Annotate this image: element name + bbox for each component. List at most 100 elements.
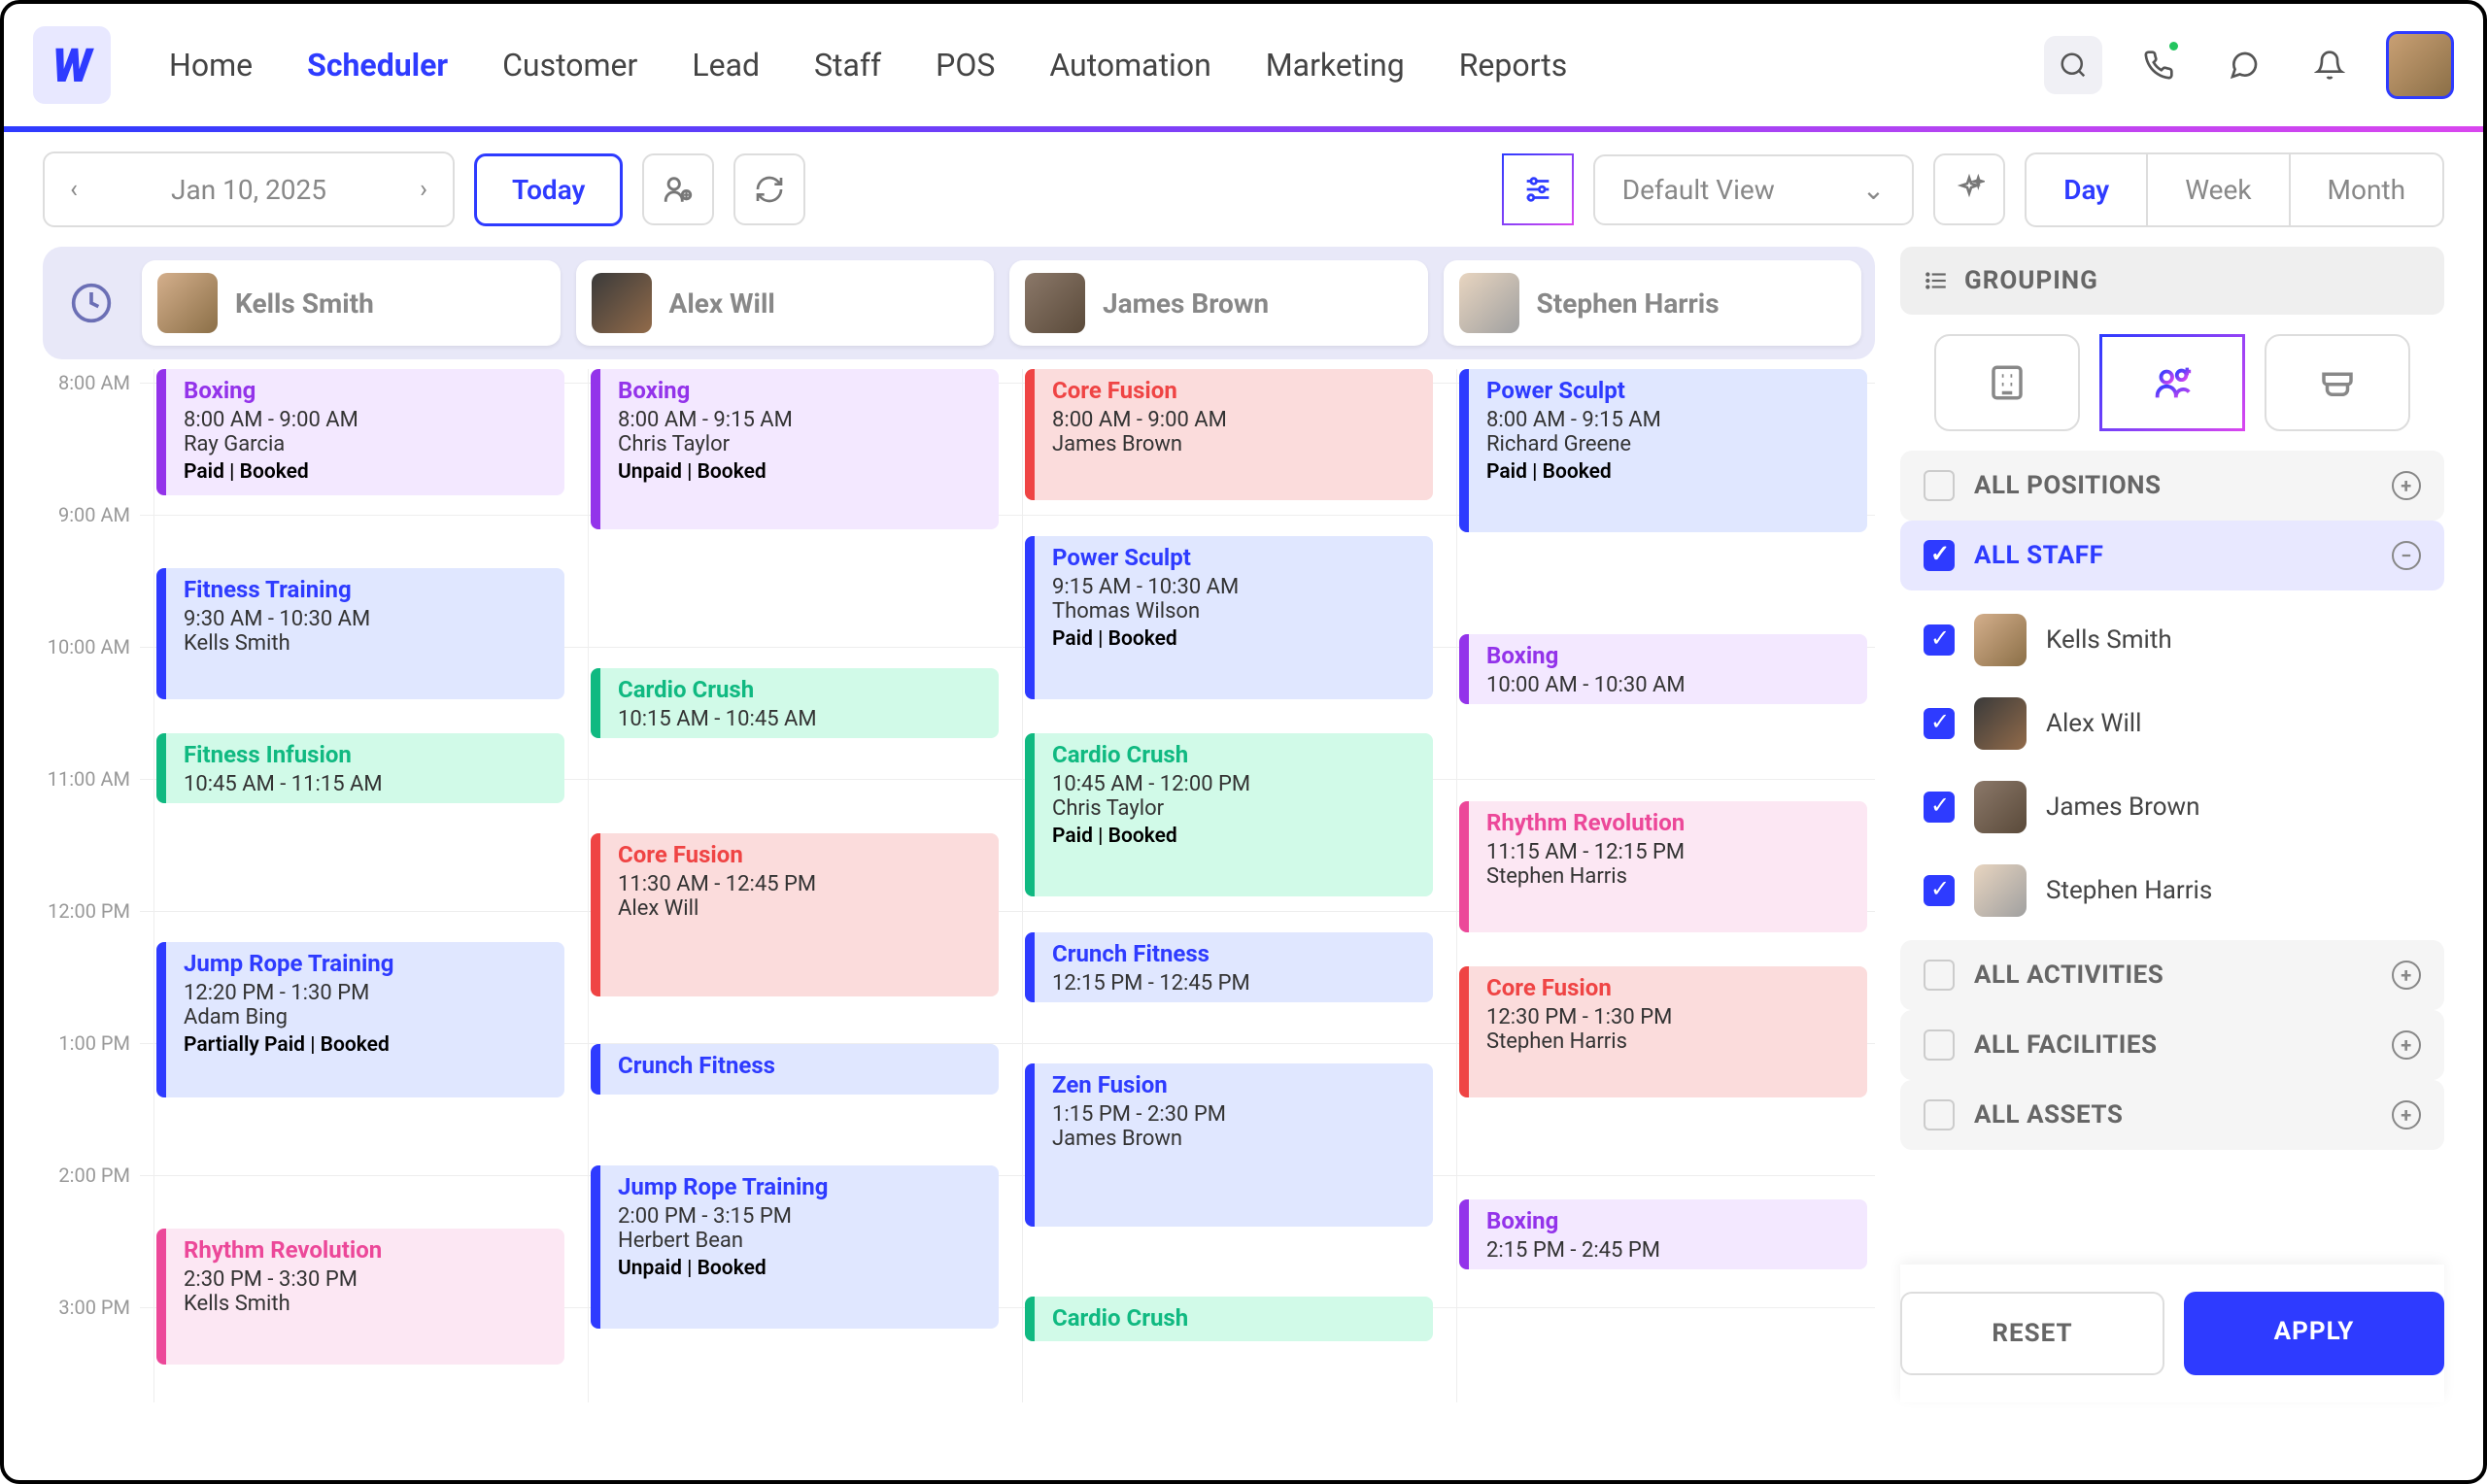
apply-button[interactable]: APPLY — [2184, 1292, 2444, 1375]
phone-icon[interactable] — [2129, 36, 2188, 94]
today-button[interactable]: Today — [474, 153, 623, 226]
staff-filter-name: Alex Will — [2046, 709, 2141, 738]
expand-icon[interactable]: + — [2392, 1100, 2421, 1130]
staff-header[interactable]: Kells Smith — [142, 260, 561, 346]
staff-avatar-small — [1974, 697, 2027, 750]
staff-header[interactable]: Alex Will — [576, 260, 995, 346]
day-column[interactable]: Boxing8:00 AM - 9:15 AMChris TaylorUnpai… — [588, 369, 1006, 1402]
current-date[interactable]: Jan 10, 2025 — [103, 174, 394, 206]
group-by-asset-icon[interactable] — [2265, 334, 2410, 431]
calendar-event[interactable]: Fitness Training9:30 AM - 10:30 AMKells … — [156, 568, 564, 699]
calendar-event[interactable]: Boxing2:15 PM - 2:45 PM — [1459, 1199, 1867, 1269]
group-by-staff-icon[interactable] — [2099, 334, 2245, 431]
event-title: Core Fusion — [1052, 377, 1421, 404]
calendar-event[interactable]: Power Sculpt9:15 AM - 10:30 AMThomas Wil… — [1025, 536, 1433, 699]
filter-row[interactable]: ALL POSITIONS + — [1900, 451, 2444, 521]
staff-filter-row[interactable]: Kells Smith — [1900, 598, 2444, 682]
calendar-event[interactable]: Cardio Crush — [1025, 1297, 1433, 1341]
event-time: 12:30 PM - 1:30 PM — [1486, 1005, 1856, 1029]
sparkle-icon[interactable] — [1933, 153, 2005, 225]
calendar-event[interactable]: Boxing10:00 AM - 10:30 AM — [1459, 634, 1867, 704]
staff-checkbox[interactable] — [1924, 875, 1955, 906]
user-avatar[interactable] — [2386, 31, 2454, 99]
add-person-icon[interactable] — [642, 153, 714, 225]
day-column[interactable]: Core Fusion 8:00 AM - 9:00 AMJames Brown P… — [1022, 369, 1441, 1402]
calendar-event[interactable]: Fitness Infusion10:45 AM - 11:15 AM — [156, 733, 564, 803]
expand-icon[interactable]: + — [2392, 471, 2421, 500]
calendar-event[interactable]: Rhythm Revolution11:15 AM - 12:15 PMStep… — [1459, 801, 1867, 932]
staff-name: Alex Will — [669, 287, 775, 320]
range-tab-day[interactable]: Day — [2027, 154, 2148, 225]
range-tab-month[interactable]: Month — [2291, 154, 2442, 225]
filter-list: ALL POSITIONS + ALL STAFF− Kells Smith Alex … — [1900, 451, 2444, 1150]
filter-row[interactable]: ALL FACILITIES+ — [1900, 1010, 2444, 1080]
calendar-event[interactable]: Cardio Crush10:15 AM - 10:45 AM — [591, 668, 999, 738]
calendar-event[interactable]: Boxing8:00 AM - 9:00 AMRay GarciaPaid | … — [156, 369, 564, 495]
nav-item-scheduler[interactable]: Scheduler — [307, 47, 448, 84]
event-person: Alex Will — [618, 896, 987, 921]
filter-label: ALL POSITIONS — [1974, 471, 2162, 500]
staff-header[interactable]: Stephen Harris — [1444, 260, 1862, 346]
settings-filter-icon[interactable] — [1502, 153, 1574, 225]
filter-row[interactable]: ALL STAFF− — [1900, 521, 2444, 590]
filter-checkbox[interactable] — [1924, 540, 1955, 571]
calendar-event[interactable]: Rhythm Revolution2:30 PM - 3:30 PMKells … — [156, 1229, 564, 1365]
filter-checkbox[interactable] — [1924, 1099, 1955, 1130]
next-date-button[interactable]: › — [394, 153, 453, 225]
range-tab-week[interactable]: Week — [2148, 154, 2290, 225]
nav-item-pos[interactable]: POS — [936, 47, 995, 84]
group-by-facility-icon[interactable] — [1934, 334, 2080, 431]
expand-icon[interactable]: + — [2392, 961, 2421, 990]
event-person: Ray Garcia — [184, 432, 553, 456]
nav-item-marketing[interactable]: Marketing — [1266, 47, 1405, 84]
search-icon[interactable] — [2044, 36, 2102, 94]
time-label: 11:00 AM — [48, 767, 130, 791]
filter-row[interactable]: ALL ASSETS+ — [1900, 1080, 2444, 1150]
staff-filter-row[interactable]: Stephen Harris — [1900, 849, 2444, 932]
nav-item-home[interactable]: Home — [169, 47, 253, 84]
staff-checkbox[interactable] — [1924, 792, 1955, 823]
nav-item-automation[interactable]: Automation — [1049, 47, 1210, 84]
whatsapp-icon[interactable] — [2215, 36, 2273, 94]
expand-icon[interactable]: + — [2392, 1030, 2421, 1060]
nav-item-staff[interactable]: Staff — [814, 47, 881, 84]
calendar-event[interactable]: Boxing8:00 AM - 9:15 AMChris TaylorUnpai… — [591, 369, 999, 529]
calendar-event[interactable]: Crunch Fitness12:15 PM - 12:45 PM — [1025, 932, 1433, 1002]
nav-item-customer[interactable]: Customer — [502, 47, 637, 84]
staff-filter-row[interactable]: James Brown — [1900, 765, 2444, 849]
day-column[interactable]: Power Sculpt8:00 AM - 9:15 AMRichard Gre… — [1456, 369, 1875, 1402]
event-person: James Brown — [1052, 432, 1421, 456]
refresh-icon[interactable] — [733, 153, 805, 225]
bell-icon[interactable] — [2300, 36, 2359, 94]
filter-checkbox[interactable] — [1924, 1029, 1955, 1061]
filter-checkbox[interactable] — [1924, 960, 1955, 991]
event-time: 8:00 AM - 9:00 AM — [184, 408, 553, 432]
collapse-icon[interactable]: − — [2392, 541, 2421, 570]
filter-row[interactable]: ALL ACTIVITIES+ — [1900, 940, 2444, 1010]
day-column[interactable]: Boxing8:00 AM - 9:00 AMRay GarciaPaid | … — [153, 369, 572, 1402]
staff-checkbox[interactable] — [1924, 708, 1955, 739]
calendar-event[interactable]: Core Fusion11:30 AM - 12:45 PMAlex Will — [591, 833, 999, 996]
calendar-event[interactable]: Jump Rope Training2:00 PM - 3:15 PMHerbe… — [591, 1165, 999, 1329]
calendar-event[interactable]: Core Fusion12:30 PM - 1:30 PMStephen Har… — [1459, 966, 1867, 1097]
staff-header[interactable]: James Brown — [1009, 260, 1428, 346]
event-time: 8:00 AM - 9:00 AM — [1052, 408, 1421, 432]
staff-checkbox[interactable] — [1924, 624, 1955, 656]
staff-filter-row[interactable]: Alex Will — [1900, 682, 2444, 765]
calendar-event[interactable]: Core Fusion 8:00 AM - 9:00 AMJames Brown — [1025, 369, 1433, 500]
nav-item-lead[interactable]: Lead — [692, 47, 760, 84]
grouping-mode-icons — [1900, 315, 2444, 451]
calendar-event[interactable]: Cardio Crush10:45 AM - 12:00 PMChris Tay… — [1025, 733, 1433, 896]
prev-date-button[interactable]: ‹ — [45, 153, 103, 225]
calendar-header: Kells Smith Alex Will James BrownStephen H… — [43, 247, 1875, 359]
calendar-event[interactable]: Zen Fusion1:15 PM - 2:30 PMJames Brown — [1025, 1063, 1433, 1227]
reset-button[interactable]: RESET — [1900, 1292, 2164, 1375]
calendar-event[interactable]: Power Sculpt8:00 AM - 9:15 AMRichard Gre… — [1459, 369, 1867, 532]
app-logo[interactable]: W — [33, 26, 111, 104]
calendar-event[interactable]: Crunch Fitness — [591, 1044, 999, 1095]
view-dropdown[interactable]: Default View ⌄ — [1593, 154, 1915, 225]
nav-item-reports[interactable]: Reports — [1459, 47, 1568, 84]
filter-checkbox[interactable] — [1924, 470, 1955, 501]
calendar-event[interactable]: Jump Rope Training12:20 PM - 1:30 PMAdam… — [156, 942, 564, 1097]
event-title: Boxing — [1486, 1207, 1856, 1234]
